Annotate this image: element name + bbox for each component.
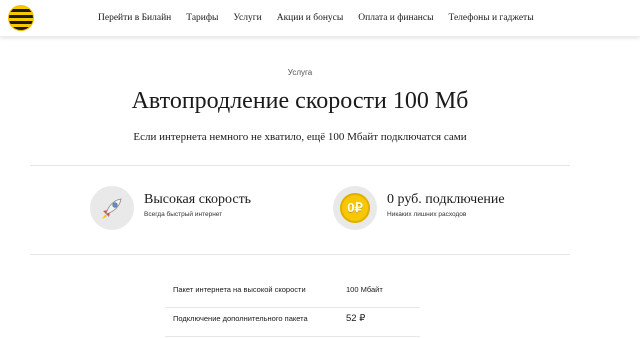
row-label: Подключение дополнительного пакета [173, 314, 308, 323]
nav-item-promotions[interactable]: Акции и бонусы [277, 11, 344, 25]
nav-item-services[interactable]: Услуги [233, 11, 261, 25]
row-value: 52 ₽ [346, 313, 366, 324]
feature-icon-circle: 0₽ [333, 186, 377, 230]
main-nav: Перейти в Билайн Тарифы Услуги Акции и б… [98, 11, 549, 25]
table-row: Пакет интернета на высокой скорости 100 … [165, 279, 420, 308]
page-title: Автопродление скорости 100 Мб [131, 88, 469, 114]
page-eyebrow: Услуга [287, 68, 313, 77]
top-navigation-bar: Перейти в Билайн Тарифы Услуги Акции и б… [0, 0, 640, 37]
feature-title: 0 руб. подключение [387, 192, 505, 207]
feature-icon-circle [90, 186, 134, 230]
nav-item-tariffs[interactable]: Тарифы [186, 11, 218, 25]
page-subtitle: Если интернета немного не хватило, ещё 1… [133, 131, 467, 143]
service-details-table: Пакет интернета на высокой скорости 100 … [165, 279, 420, 337]
row-value: 100 Мбайт [346, 285, 383, 294]
divider [30, 254, 570, 255]
divider [30, 165, 570, 166]
row-label: Пакет интернета на высокой скорости [173, 285, 306, 294]
nav-item-go-to-beeline[interactable]: Перейти в Билайн [98, 11, 171, 25]
feature-description: Никаких лишних расходов [387, 211, 467, 218]
beeline-logo-icon[interactable] [8, 5, 34, 31]
table-row: Подключение дополнительного пакета 52 ₽ [165, 308, 420, 337]
nav-item-payment[interactable]: Оплата и финансы [358, 11, 433, 25]
zero-ruble-coin-icon: 0₽ [340, 193, 370, 223]
feature-title: Высокая скорость [144, 192, 252, 207]
feature-description: Всегда быстрый интернет [144, 211, 223, 218]
nav-item-phones[interactable]: Телефоны и гаджеты [449, 11, 534, 25]
rocket-icon [102, 198, 122, 219]
